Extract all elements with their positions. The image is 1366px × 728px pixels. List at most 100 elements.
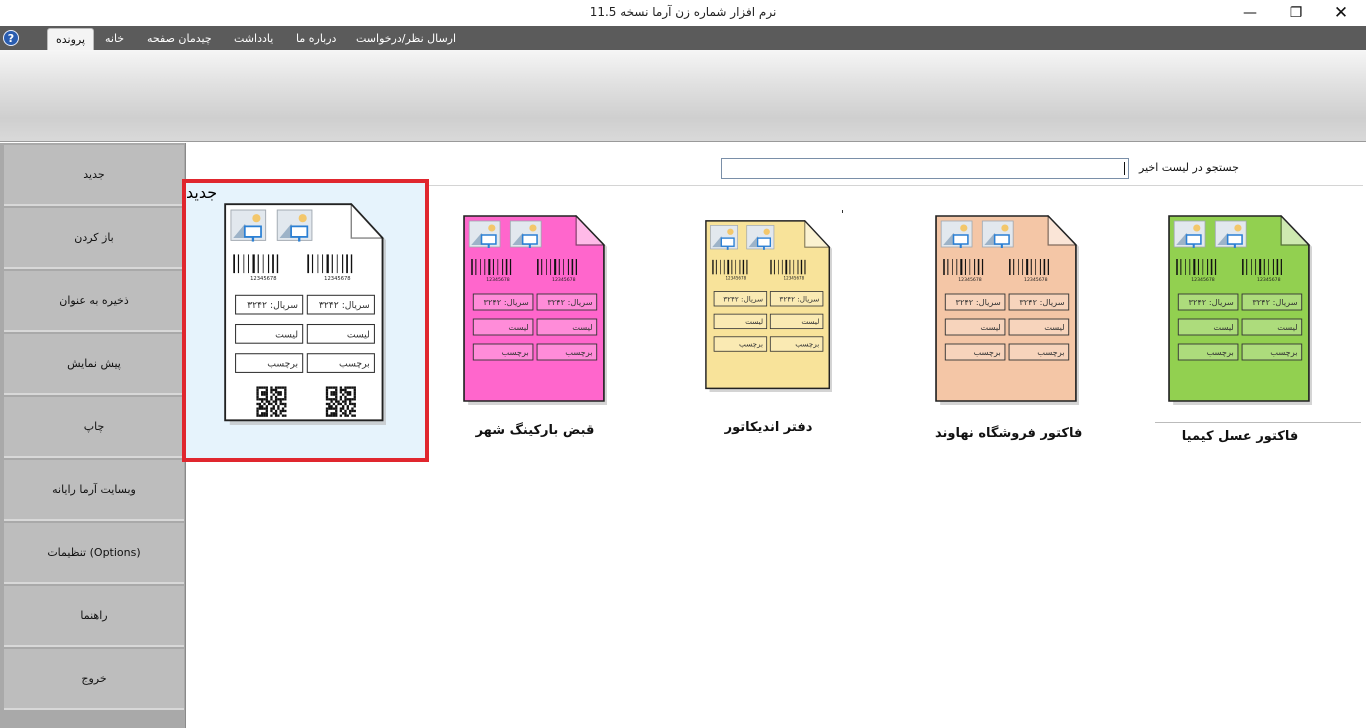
template-label: جدید	[186, 183, 218, 202]
field-text: لیست	[745, 317, 763, 326]
image-placeholder-icon	[1173, 220, 1206, 248]
field-text: برچسب	[267, 359, 298, 370]
sidebar-item-options[interactable]: تنظیمات (Options)	[4, 523, 184, 584]
barcode-number: 12345678	[725, 276, 746, 281]
title-bar: نرم افزار شماره زن آرما نسخه 11.5 — ❐ ✕	[0, 0, 1366, 26]
field-text: لیست	[347, 329, 370, 340]
field-text: برچسب	[1270, 347, 1297, 357]
serial-field: سریال: ۳۲۴۲	[944, 293, 1006, 311]
serial-field: سریال: ۳۲۴۲	[472, 293, 534, 311]
field-text: سریال: ۳۲۴۲	[319, 300, 370, 311]
barcode-number: 12345678	[1191, 277, 1215, 283]
template-tile-nahavand[interactable]: 12345678 12345678 سریال: ۳۲۴۲ سریال: ۳۲۴۲ لی…	[935, 214, 1083, 445]
field-text: برچسب	[1206, 347, 1233, 357]
menu-about[interactable]: درباره ما	[296, 32, 336, 45]
tag-field: برچسب	[1241, 343, 1303, 361]
doc-fold	[1280, 214, 1311, 246]
main-area: جستجو در لیست اخیر 12345678 12345678 سریال…	[182, 143, 1366, 728]
field-text: سریال: ۳۲۴۲	[247, 300, 298, 311]
image-placeholder-icon	[1214, 220, 1247, 248]
list-field: لیست	[944, 318, 1006, 336]
list-field: لیست	[1177, 318, 1239, 336]
list-field: لیست	[306, 323, 375, 344]
image-placeholder-icon	[981, 220, 1014, 248]
doc-slot: 12345678 12345678 سریال: ۳۲۴۲ سریال: ۳۲۴۲ لی…	[705, 219, 835, 393]
list-field: لیست	[472, 318, 534, 336]
minimize-button[interactable]: —	[1227, 0, 1273, 26]
template-tile-indicator[interactable]: 12345678 12345678 سریال: ۳۲۴۲ سریال: ۳۲۴۲ لی…	[705, 219, 835, 440]
tag-field: برچسب	[472, 343, 534, 361]
template-tile-new[interactable]: 12345678 12345678 سریال: ۳۲۴۲ سریال: ۳۲۴۲ لی…	[182, 179, 429, 462]
sidebar-item-save-as[interactable]: ذخیره به عنوان	[4, 271, 184, 332]
serial-field: سریال: ۳۲۴۲	[1008, 293, 1070, 311]
document-thumbnail: 12345678 12345678 سریال: ۳۲۴۲ سریال: ۳۲۴۲ لی…	[463, 214, 611, 406]
list-field: لیست	[235, 323, 304, 344]
field-text: سریال: ۳۲۴۲	[723, 294, 763, 303]
template-label: فاکتور فروشگاه نهاوند	[935, 426, 1083, 441]
sidebar-item-print[interactable]: چاپ	[4, 397, 184, 458]
menu-notes[interactable]: یادداشت	[234, 32, 273, 45]
sidebar-item-exit[interactable]: خروج	[4, 649, 184, 710]
search-label: جستجو در لیست اخیر	[1139, 161, 1239, 174]
field-text: برچسب	[339, 359, 370, 370]
field-text: سریال: ۳۲۴۲	[956, 297, 1001, 307]
tag-field: برچسب	[306, 353, 375, 373]
image-placeholder-icon	[710, 225, 739, 250]
maximize-button[interactable]: ❐	[1273, 0, 1319, 26]
field-text: لیست	[801, 317, 819, 326]
close-icon: ✕	[1333, 3, 1349, 23]
window-title: نرم افزار شماره زن آرما نسخه 11.5	[589, 5, 777, 19]
search-input[interactable]	[721, 158, 1129, 179]
field-text: برچسب	[565, 347, 592, 357]
field-text: سریال: ۳۲۴۲	[547, 297, 592, 307]
template-tile-honey[interactable]: 12345678 12345678 سریال: ۳۲۴۲ سریال: ۳۲۴۲ لی…	[1168, 214, 1316, 447]
image-placeholder-icon	[276, 209, 313, 242]
help-icon[interactable]: ?	[3, 30, 19, 46]
sidebar-item-open[interactable]: باز کردن	[4, 208, 184, 269]
field-text: برچسب	[795, 340, 819, 349]
menu-feedback[interactable]: ارسال نظر/درخواست	[356, 32, 456, 45]
template-tile-parking[interactable]: 12345678 12345678 سریال: ۳۲۴۲ سریال: ۳۲۴۲ لی…	[463, 214, 611, 440]
doc-slot: 12345678 12345678 سریال: ۳۲۴۲ سریال: ۳۲۴۲ لی…	[224, 202, 390, 427]
sidebar-item-new[interactable]: جدید	[4, 145, 184, 206]
tag-field: برچسب	[1008, 343, 1070, 361]
menu-file[interactable]: پرونده	[47, 28, 95, 50]
list-field: لیست	[1241, 318, 1303, 336]
ribbon-area	[0, 50, 1366, 142]
doc-slot: 12345678 12345678 سریال: ۳۲۴۲ سریال: ۳۲۴۲ لی…	[1168, 214, 1316, 406]
minimize-icon: —	[1243, 5, 1257, 21]
barcode-number: 12345678	[1024, 277, 1048, 283]
doc-fold	[575, 214, 606, 246]
close-button[interactable]: ✕	[1318, 0, 1364, 26]
sidebar: جدید باز کردن ذخیره به عنوان پیش نمایش چ…	[0, 143, 186, 728]
barcode-number: 12345678	[958, 277, 982, 283]
template-label: دفتر اندیکاتور	[724, 420, 813, 435]
image-placeholder-icon	[468, 220, 501, 248]
document-thumbnail: 12345678 12345678 سریال: ۳۲۴۲ سریال: ۳۲۴۲ لی…	[1168, 214, 1316, 406]
tag-field: برچسب	[235, 353, 304, 373]
field-text: برچسب	[973, 347, 1000, 357]
template-label: فاکتور عسل کیمیا	[1181, 429, 1299, 444]
sidebar-item-preview[interactable]: پیش نمایش	[4, 334, 184, 395]
doc-fold	[804, 219, 831, 248]
field-text: سریال: ۳۲۴۲	[1189, 297, 1234, 307]
barcode-number: 12345678	[250, 276, 276, 282]
template-label: قبض بارکینگ شهر	[475, 423, 595, 438]
maximize-icon: ❐	[1289, 5, 1303, 21]
tag-field: برچسب	[536, 343, 598, 361]
menu-page-layout[interactable]: چیدمان صفحه	[147, 32, 212, 45]
field-text: لیست	[1277, 322, 1297, 332]
tag-field: برچسب	[1177, 343, 1239, 361]
doc-fold	[350, 202, 385, 239]
field-text: سریال: ۳۲۴۲	[1252, 297, 1297, 307]
field-text: لیست	[275, 329, 298, 340]
field-text: برچسب	[739, 340, 763, 349]
tag-field: برچسب	[944, 343, 1006, 361]
menu-home[interactable]: خانه	[105, 32, 124, 45]
sidebar-item-help[interactable]: راهنما	[4, 586, 184, 647]
list-field: لیست	[769, 313, 824, 330]
field-text: سریال: ۳۲۴۲	[1019, 297, 1064, 307]
sidebar-item-website[interactable]: وبسایت آرما رایانه	[4, 460, 184, 521]
field-text: سریال: ۳۲۴۲	[484, 297, 529, 307]
serial-field: سریال: ۳۲۴۲	[713, 291, 768, 307]
